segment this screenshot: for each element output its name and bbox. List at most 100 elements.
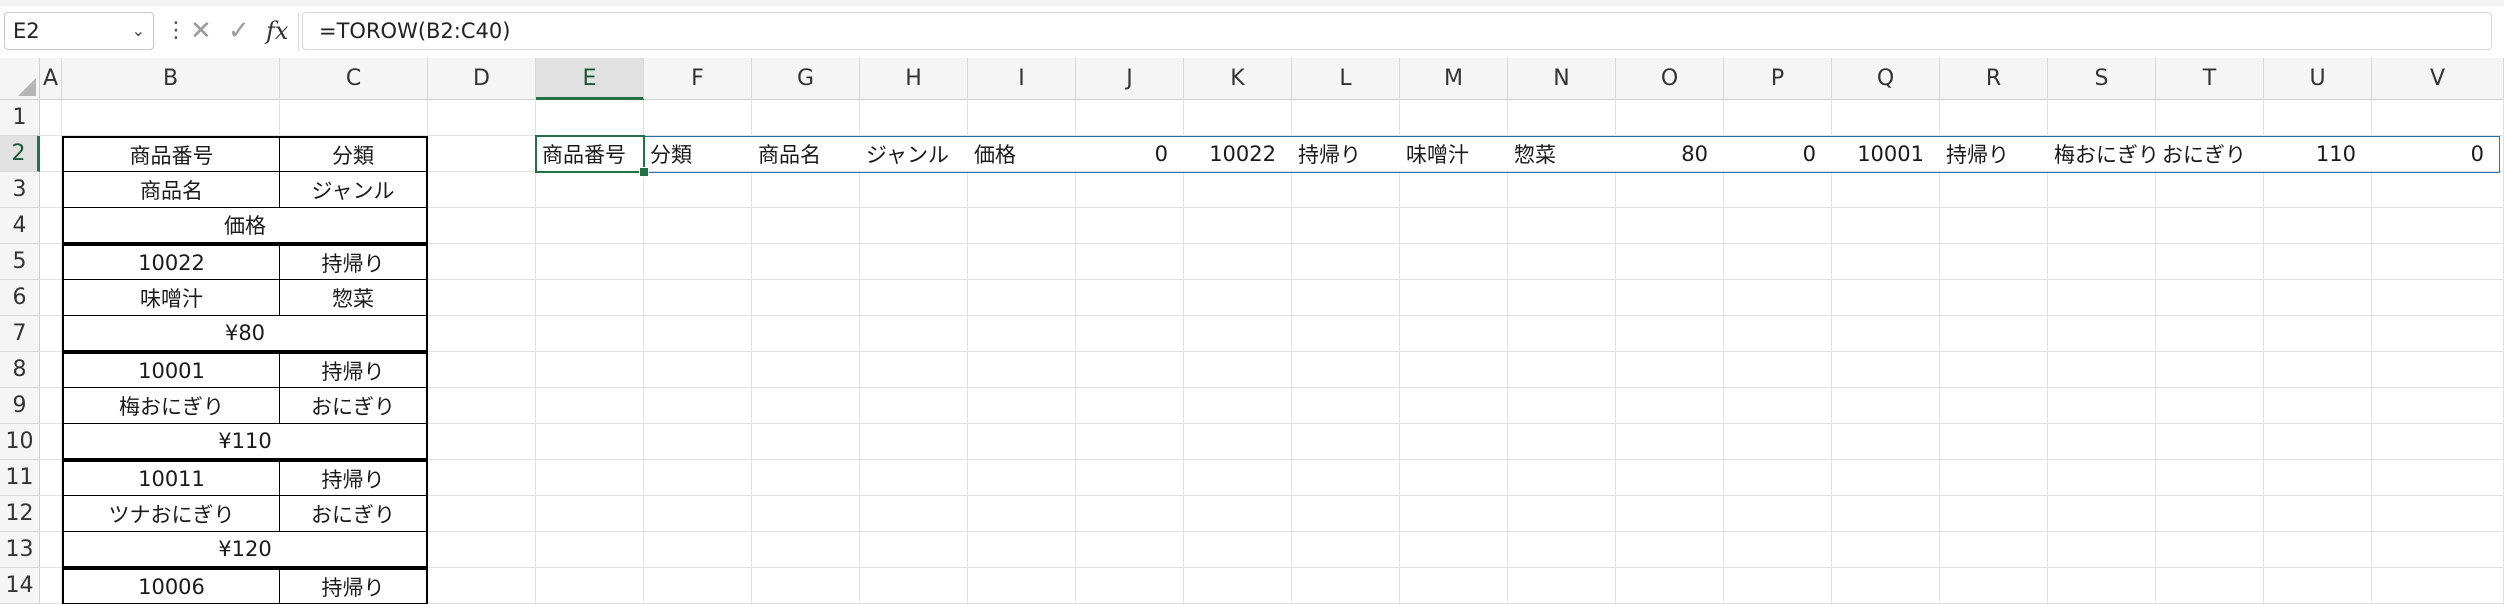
grid-cell[interactable] — [644, 532, 752, 568]
grid-cell[interactable] — [1724, 424, 1832, 460]
grid-cell[interactable] — [1184, 424, 1292, 460]
grid-cell[interactable] — [752, 316, 860, 352]
grid-cell[interactable] — [1832, 280, 1940, 316]
grid-cell[interactable] — [40, 100, 62, 136]
grid-cell[interactable] — [1724, 496, 1832, 532]
grid-cell[interactable] — [644, 208, 752, 244]
grid-cell[interactable] — [2372, 532, 2504, 568]
grid-cell[interactable] — [1184, 568, 1292, 604]
grid-cell[interactable] — [1724, 244, 1832, 280]
grid-cell[interactable] — [2264, 352, 2372, 388]
grid-cell[interactable] — [968, 460, 1076, 496]
spill-cell-o[interactable]: 80 — [1616, 136, 1724, 172]
grid-cell[interactable] — [1832, 316, 1940, 352]
grid-cell[interactable] — [536, 568, 644, 604]
grid-cell[interactable] — [1400, 280, 1508, 316]
grid-cell[interactable] — [2156, 208, 2264, 244]
grid-cell[interactable] — [1184, 316, 1292, 352]
row-header-2[interactable]: 2 — [0, 136, 40, 172]
table-cell-b[interactable]: 味噌汁 — [62, 280, 280, 316]
table-cell-b[interactable]: 商品名 — [62, 172, 280, 208]
grid-cell[interactable] — [40, 172, 62, 208]
grid-cell[interactable] — [2372, 568, 2504, 604]
grid-cell[interactable] — [752, 280, 860, 316]
table-cell-c[interactable]: 持帰り — [280, 352, 428, 388]
fill-handle[interactable] — [639, 167, 649, 177]
grid-cell[interactable] — [1940, 388, 2048, 424]
grid-cell[interactable] — [1184, 496, 1292, 532]
row-header-1[interactable]: 1 — [0, 100, 40, 136]
spill-cell-j[interactable]: 0 — [1076, 136, 1184, 172]
grid-cell[interactable] — [1292, 532, 1400, 568]
grid-cell[interactable] — [1616, 568, 1724, 604]
grid-cell[interactable] — [2372, 100, 2504, 136]
grid-cell[interactable] — [2264, 316, 2372, 352]
spill-cell-p[interactable]: 0 — [1724, 136, 1832, 172]
grid-cell[interactable] — [860, 280, 968, 316]
grid-cell[interactable] — [752, 568, 860, 604]
grid-cell[interactable] — [1508, 280, 1616, 316]
spill-cell-k[interactable]: 10022 — [1184, 136, 1292, 172]
spill-cell-f[interactable]: 分類 — [644, 136, 752, 172]
column-header-h[interactable]: H — [860, 58, 968, 100]
grid-cell[interactable] — [1400, 568, 1508, 604]
column-header-v[interactable]: V — [2372, 58, 2504, 100]
grid-cell[interactable] — [644, 100, 752, 136]
grid-cell[interactable] — [1076, 316, 1184, 352]
grid-cell[interactable] — [1184, 532, 1292, 568]
grid-cell[interactable] — [2048, 424, 2156, 460]
spill-cell-n[interactable]: 惣菜 — [1508, 136, 1616, 172]
grid-cell[interactable] — [1832, 568, 1940, 604]
column-header-m[interactable]: M — [1400, 58, 1508, 100]
column-header-l[interactable]: L — [1292, 58, 1400, 100]
check-icon[interactable]: ✓ — [228, 16, 250, 46]
grid-cell[interactable] — [1832, 244, 1940, 280]
table-cell-b[interactable]: 梅おにぎり — [62, 388, 280, 424]
grid-cell[interactable] — [1832, 172, 1940, 208]
table-cell-c[interactable]: 分類 — [280, 136, 428, 172]
column-header-o[interactable]: O — [1616, 58, 1724, 100]
grid-cell[interactable] — [536, 532, 644, 568]
grid-cell[interactable] — [752, 100, 860, 136]
grid-cell[interactable] — [2048, 352, 2156, 388]
grid-cell[interactable] — [752, 208, 860, 244]
grid-cell[interactable] — [1400, 100, 1508, 136]
grid-cell[interactable] — [968, 496, 1076, 532]
row-header-10[interactable]: 10 — [0, 424, 40, 460]
column-header-g[interactable]: G — [752, 58, 860, 100]
table-cell-c[interactable]: 惣菜 — [280, 280, 428, 316]
grid-cell[interactable] — [1940, 568, 2048, 604]
grid-cell[interactable] — [428, 424, 536, 460]
grid-cell[interactable] — [2372, 244, 2504, 280]
grid-cell[interactable] — [968, 532, 1076, 568]
grid-cell[interactable] — [1076, 100, 1184, 136]
grid-cell[interactable] — [968, 352, 1076, 388]
grid-cell[interactable] — [1508, 244, 1616, 280]
grid-cell[interactable] — [1616, 496, 1724, 532]
grid-cell[interactable] — [536, 388, 644, 424]
column-header-k[interactable]: K — [1184, 58, 1292, 100]
grid-cell[interactable] — [1292, 388, 1400, 424]
grid-cell[interactable] — [2048, 460, 2156, 496]
grid-cell[interactable] — [1292, 568, 1400, 604]
grid-cell[interactable] — [1832, 352, 1940, 388]
grid-cell[interactable] — [1292, 352, 1400, 388]
spill-cell-v[interactable]: 0 — [2372, 136, 2500, 172]
grid-cell[interactable] — [1400, 532, 1508, 568]
grid-cell[interactable] — [860, 172, 968, 208]
grid-cell[interactable] — [2048, 532, 2156, 568]
grid-cell[interactable] — [752, 352, 860, 388]
grid-cell[interactable] — [1508, 424, 1616, 460]
grid-cell[interactable] — [2048, 100, 2156, 136]
grid-cell[interactable] — [1076, 388, 1184, 424]
grid-cell[interactable] — [1400, 388, 1508, 424]
column-header-b[interactable]: B — [62, 58, 280, 100]
grid-cell[interactable] — [1292, 208, 1400, 244]
grid-cell[interactable] — [1724, 100, 1832, 136]
column-header-c[interactable]: C — [280, 58, 428, 100]
grid-cell[interactable] — [1076, 460, 1184, 496]
grid-cell[interactable] — [860, 352, 968, 388]
grid-cell[interactable] — [2264, 460, 2372, 496]
cancel-icon[interactable]: ✕ — [190, 16, 212, 46]
grid-cell[interactable] — [1292, 280, 1400, 316]
